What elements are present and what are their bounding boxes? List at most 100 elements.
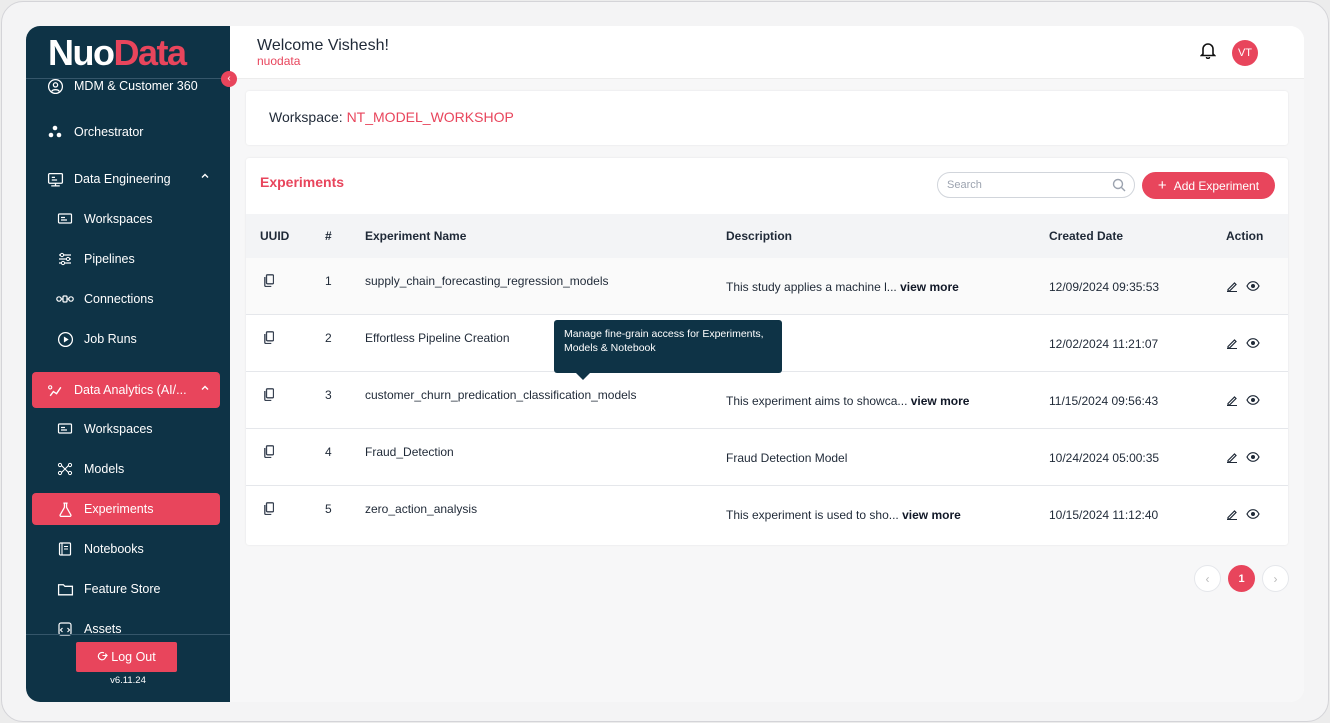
description-text: This experiment aims to showca... xyxy=(726,394,908,408)
sidebar: NuoData ‹ MDM & Customer 360 Orchestrato… xyxy=(26,26,237,702)
eye-icon[interactable] xyxy=(1246,507,1260,525)
sidebar-item-label: Workspaces xyxy=(84,212,153,226)
sidebar-item-label: Data Analytics (AI/... xyxy=(74,383,187,397)
search-box[interactable] xyxy=(937,172,1135,198)
sidebar-item-da-workspaces[interactable]: Workspaces xyxy=(32,412,220,446)
sidebar-item-label: Job Runs xyxy=(84,332,137,346)
sidebar-item-models[interactable]: Models xyxy=(32,452,220,486)
prev-page-button[interactable]: ‹ xyxy=(1194,565,1221,592)
sidebar-item-label: MDM & Customer 360 xyxy=(74,79,198,93)
sidebar-item-de-workspaces[interactable]: Workspaces xyxy=(32,202,220,236)
logo-text-data: Data xyxy=(113,32,187,73)
copy-icon[interactable] xyxy=(264,445,275,461)
sidebar-item-label: Feature Store xyxy=(84,582,161,596)
tenant-name: nuodata xyxy=(257,54,301,68)
row-number: 3 xyxy=(325,388,332,402)
folder-icon xyxy=(54,578,76,600)
sidebar-item-assets[interactable]: Assets xyxy=(32,612,220,646)
add-experiment-label: Add Experiment xyxy=(1173,178,1260,193)
row-actions xyxy=(1226,507,1260,525)
connections-icon xyxy=(54,288,76,310)
experiments-icon xyxy=(54,498,76,520)
row-number: 4 xyxy=(325,445,332,459)
column-header-number: # xyxy=(325,229,332,243)
edit-icon[interactable] xyxy=(1226,336,1238,354)
sidebar-item-label: Workspaces xyxy=(84,422,153,436)
view-more-link[interactable]: view more xyxy=(902,508,961,522)
data-engineering-icon xyxy=(44,168,66,190)
workspace-icon xyxy=(54,208,76,230)
column-header-description: Description xyxy=(726,229,793,243)
experiment-name[interactable]: customer_churn_predication_classificatio… xyxy=(365,388,636,402)
copy-icon[interactable] xyxy=(264,388,275,404)
edit-icon[interactable] xyxy=(1226,279,1238,297)
sidebar-item-experiments[interactable]: Experiments xyxy=(32,493,220,525)
pagination: ‹ 1 › xyxy=(1194,565,1289,592)
experiment-name[interactable]: Fraud_Detection xyxy=(365,445,454,459)
sidebar-item-data-engineering[interactable]: Data Engineering xyxy=(32,162,220,196)
sidebar-item-data-analytics[interactable]: Data Analytics (AI/... xyxy=(32,372,220,408)
plus-icon: + xyxy=(1157,177,1167,194)
search-input[interactable] xyxy=(947,177,1107,193)
row-number: 1 xyxy=(325,274,332,288)
top-header: Welcome Vishesh! nuodata VT xyxy=(230,26,1304,79)
sidebar-item-orchestrator[interactable]: Orchestrator xyxy=(32,115,220,149)
sidebar-item-label: Models xyxy=(84,462,125,476)
tooltip: Manage fine-grain access for Experiments… xyxy=(554,320,782,380)
edit-icon[interactable] xyxy=(1226,393,1238,411)
edit-icon[interactable] xyxy=(1226,450,1238,468)
eye-icon[interactable] xyxy=(1246,393,1260,411)
logo[interactable]: NuoData xyxy=(48,32,187,74)
collapse-sidebar-button[interactable]: ‹ xyxy=(221,71,237,87)
sidebar-item-connections[interactable]: Connections xyxy=(32,282,220,316)
logout-button[interactable]: Log Out xyxy=(76,642,177,672)
assets-icon xyxy=(54,618,76,640)
sidebar-item-label: Data Engineering xyxy=(74,172,171,186)
eye-icon[interactable] xyxy=(1246,450,1260,468)
experiment-description: This experiment aims to showca... view m… xyxy=(726,394,969,408)
edit-icon[interactable] xyxy=(1226,507,1238,525)
copy-icon[interactable] xyxy=(264,274,275,290)
experiment-name[interactable]: Effortless Pipeline Creation xyxy=(365,331,510,345)
experiment-name[interactable]: zero_action_analysis xyxy=(365,502,477,516)
notebook-icon xyxy=(54,538,76,560)
sidebar-item-label: Connections xyxy=(84,292,154,306)
row-actions xyxy=(1226,450,1260,468)
view-more-link[interactable]: view more xyxy=(911,394,970,408)
created-date: 12/09/2024 09:35:53 xyxy=(1049,280,1160,294)
sidebar-item-notebooks[interactable]: Notebooks xyxy=(32,532,220,566)
sidebar-item-feature-store[interactable]: Feature Store xyxy=(32,572,220,606)
row-number: 2 xyxy=(325,331,332,345)
column-header-created-date: Created Date xyxy=(1049,229,1124,243)
copy-icon[interactable] xyxy=(264,502,275,518)
sidebar-item-label: Notebooks xyxy=(84,542,144,556)
logo-text-nuo: Nuo xyxy=(48,32,115,73)
pipelines-icon xyxy=(54,248,76,270)
sidebar-item-mdm[interactable]: MDM & Customer 360 xyxy=(32,69,220,103)
view-more-link[interactable]: view more xyxy=(900,280,959,294)
experiment-description: This experiment is used to sho... view m… xyxy=(726,508,961,522)
eye-icon[interactable] xyxy=(1246,279,1260,297)
experiment-description: Fraud Detection Model xyxy=(726,451,847,465)
analytics-icon xyxy=(44,379,66,401)
copy-icon[interactable] xyxy=(264,331,275,347)
next-page-button[interactable]: › xyxy=(1262,565,1289,592)
sidebar-item-label: Orchestrator xyxy=(74,125,144,139)
table-row: 1 supply_chain_forecasting_regression_mo… xyxy=(246,258,1288,315)
workspace-icon xyxy=(54,418,76,440)
eye-icon[interactable] xyxy=(1246,336,1260,354)
logout-icon xyxy=(97,650,109,664)
description-text: Fraud Detection Model xyxy=(726,451,848,465)
models-icon xyxy=(54,458,76,480)
workspace-value[interactable]: NT_MODEL_WORKSHOP xyxy=(347,109,514,125)
row-number: 5 xyxy=(325,502,332,516)
created-date: 10/24/2024 05:00:35 xyxy=(1049,451,1160,465)
experiment-name[interactable]: supply_chain_forecasting_regression_mode… xyxy=(365,274,608,288)
add-experiment-button[interactable]: + Add Experiment xyxy=(1142,172,1275,199)
search-icon[interactable] xyxy=(1112,178,1126,197)
sidebar-item-job-runs[interactable]: Job Runs xyxy=(32,322,220,356)
page-button-current[interactable]: 1 xyxy=(1228,565,1255,592)
avatar[interactable]: VT xyxy=(1232,40,1258,66)
bell-icon[interactable] xyxy=(1199,41,1217,64)
sidebar-item-pipelines[interactable]: Pipelines xyxy=(32,242,220,276)
